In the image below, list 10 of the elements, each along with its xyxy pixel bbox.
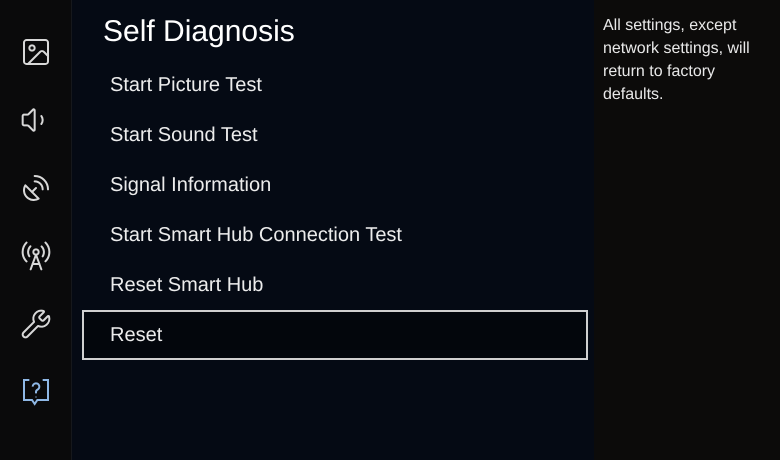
menu-item[interactable]: Reset Smart Hub xyxy=(82,260,588,310)
menu-item[interactable]: Start Sound Test xyxy=(82,110,588,160)
menu-item[interactable]: Start Smart Hub Connection Test xyxy=(82,210,588,260)
menu-item[interactable]: Start Picture Test xyxy=(82,60,588,110)
wrench-icon[interactable] xyxy=(20,308,52,340)
menu-title: Self Diagnosis xyxy=(102,14,296,50)
menu-item[interactable]: Signal Information xyxy=(82,160,588,210)
description-text: All settings, except network settings, will return to factory defaults. xyxy=(603,16,751,105)
antenna-icon[interactable] xyxy=(20,240,52,272)
menu-item[interactable]: Reset xyxy=(82,310,588,360)
